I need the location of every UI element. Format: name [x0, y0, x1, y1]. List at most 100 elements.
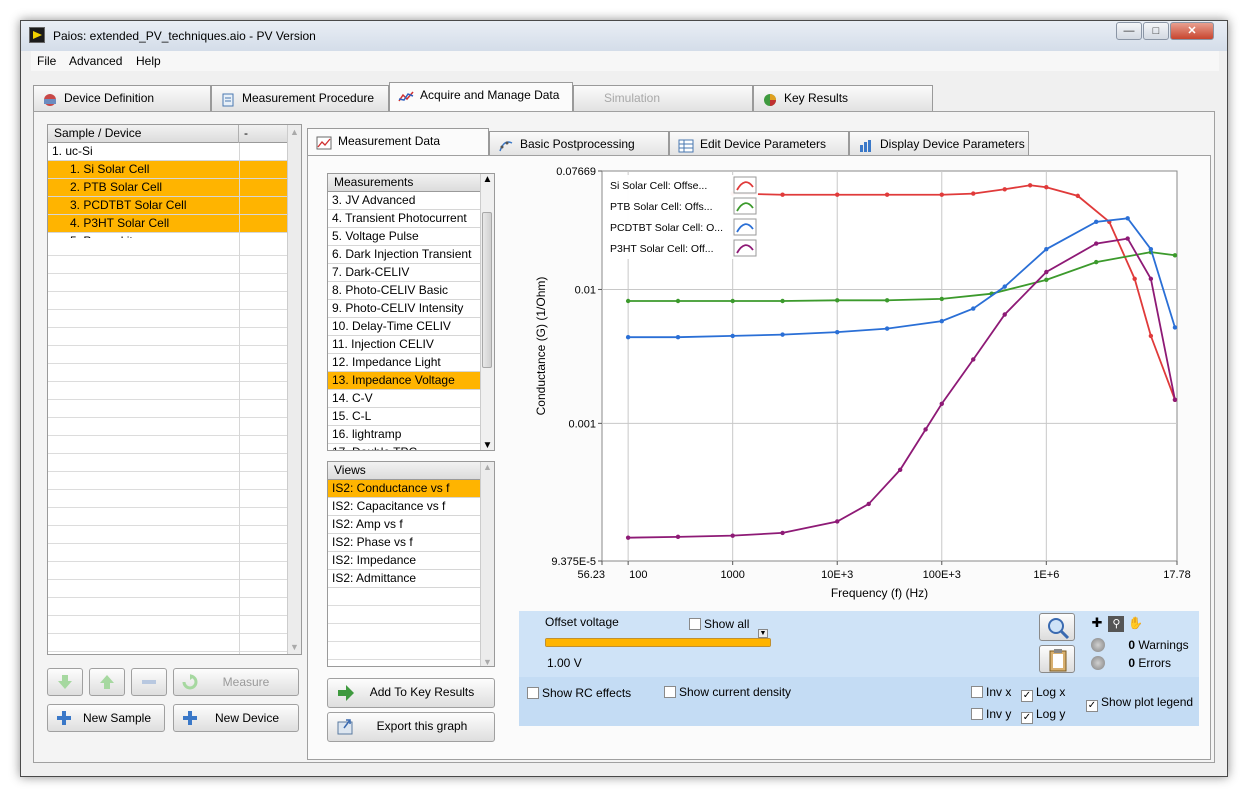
- data-point: [675, 334, 681, 340]
- menu-file[interactable]: File: [37, 54, 56, 68]
- measurement-list-item[interactable]: 15. C-L: [328, 408, 480, 426]
- data-point: [1172, 253, 1178, 258]
- data-point: [675, 298, 681, 304]
- measurement-list-item[interactable]: 14. C-V: [328, 390, 480, 408]
- measurement-list-item[interactable]: 10. Delay-Time CELIV: [328, 318, 480, 336]
- subtab-edit-device-parameters[interactable]: Edit Device Parameters: [669, 131, 849, 156]
- view-list-item[interactable]: IS2: Impedance: [328, 552, 480, 570]
- data-point: [1148, 246, 1154, 252]
- offset-voltage-slider[interactable]: [545, 638, 771, 647]
- log-x-checkbox[interactable]: ✓ Log x: [1021, 685, 1065, 702]
- show-plot-legend-checkbox[interactable]: ✓ Show plot legend: [1086, 695, 1193, 712]
- show-rc-label: Show RC effects: [542, 686, 632, 700]
- data-point: [1125, 236, 1130, 241]
- data-point: [939, 401, 944, 406]
- subtab-display-device-parameters[interactable]: Display Device Parameters: [849, 131, 1029, 156]
- subtab-basic-postprocessing[interactable]: Basic Postprocessing: [489, 131, 669, 156]
- pan-hand-icon[interactable]: ✋: [1128, 615, 1144, 631]
- measurement-list-item[interactable]: 8. Photo-CELIV Basic: [328, 282, 480, 300]
- show-all-checkbox[interactable]: Show all: [689, 617, 749, 631]
- sample-item-label: 3. PCDTBT Solar Cell: [70, 198, 187, 212]
- data-point: [625, 535, 631, 540]
- measure-button[interactable]: Measure: [173, 668, 299, 696]
- sample-list-item[interactable]: 3. PCDTBT Solar Cell: [48, 197, 287, 215]
- maximize-button[interactable]: □: [1143, 22, 1169, 40]
- minimize-button[interactable]: —: [1116, 22, 1142, 40]
- show-current-density-checkbox[interactable]: Show current density: [664, 685, 791, 699]
- data-point: [780, 530, 785, 536]
- views-list[interactable]: Views IS2: Conductance vs f IS2: Capacita…: [327, 461, 495, 667]
- crosshair-tool-icon[interactable]: ✚: [1089, 615, 1105, 631]
- clipboard-icon: [1049, 649, 1067, 672]
- move-down-button[interactable]: [47, 668, 83, 696]
- measurement-list-item[interactable]: 11. Injection CELIV: [328, 336, 480, 354]
- tab-key-results[interactable]: Key Results: [753, 85, 933, 111]
- new-sample-button[interactable]: New Sample: [47, 704, 165, 732]
- offset-voltage-value: 1.00 V: [547, 656, 582, 670]
- measurements-scrollbar[interactable]: ▲ ▼: [480, 174, 494, 450]
- clipboard-button[interactable]: [1039, 645, 1075, 673]
- view-list-item[interactable]: IS2: Phase vs f: [328, 534, 480, 552]
- errors-indicator: 0 Errors: [1091, 656, 1171, 670]
- tab-device-definition[interactable]: Device Definition: [33, 85, 211, 111]
- legend-label: PCDTBT Solar Cell: O...: [610, 222, 723, 234]
- scroll-thumb[interactable]: [482, 212, 492, 368]
- add-to-key-results-button[interactable]: Add To Key Results: [327, 678, 495, 708]
- zoom-button[interactable]: [1039, 613, 1075, 641]
- measurement-list-item[interactable]: 17. Double TPC: [328, 444, 480, 450]
- sample-list-item[interactable]: 1. uc-Si: [48, 143, 287, 161]
- measurement-list-item[interactable]: 16. lightramp: [328, 426, 480, 444]
- close-button[interactable]: ✕: [1170, 22, 1214, 40]
- subtab-measurement-data[interactable]: Measurement Data: [307, 128, 489, 156]
- menu-advanced[interactable]: Advanced: [69, 54, 122, 68]
- list-header: Sample / Device -: [48, 125, 301, 143]
- new-device-button[interactable]: New Device: [173, 704, 299, 732]
- measurement-list-item[interactable]: 9. Photo-CELIV Intensity: [328, 300, 480, 318]
- move-up-button[interactable]: [89, 668, 125, 696]
- tab-acquire-manage-data[interactable]: Acquire and Manage Data: [389, 82, 573, 112]
- sample-list-item[interactable]: 1. Si Solar Cell: [48, 161, 287, 179]
- checkbox-box: [527, 687, 539, 699]
- tab-measurement-procedure[interactable]: Measurement Procedure: [211, 85, 389, 111]
- measurement-list-item[interactable]: 4. Transient Photocurrent: [328, 210, 480, 228]
- sample-list-item[interactable]: 4. P3HT Solar Cell: [48, 215, 287, 233]
- data-point: [1093, 219, 1099, 225]
- view-list-item[interactable]: IS2: Conductance vs f: [328, 480, 480, 498]
- inv-y-checkbox[interactable]: Inv y: [971, 707, 1011, 721]
- data-point: [866, 501, 871, 507]
- error-led: [1091, 656, 1105, 670]
- sample-list-scrollbar[interactable]: ▲ ▼: [287, 125, 301, 654]
- data-point: [1148, 276, 1154, 282]
- offset-voltage-label: Offset voltage: [545, 615, 619, 629]
- remove-button[interactable]: [131, 668, 167, 696]
- data-point: [1093, 259, 1099, 265]
- checkbox-box-checked: ✓: [1086, 700, 1098, 712]
- legend-swatch-box: [733, 176, 757, 194]
- view-list-item[interactable]: IS2: Capacitance vs f: [328, 498, 480, 516]
- tab-simulation[interactable]: Simulation: [573, 85, 753, 111]
- measurement-list-item[interactable]: 13. Impedance Voltage: [328, 372, 480, 390]
- measurement-list-item[interactable]: 12. Impedance Light: [328, 354, 480, 372]
- zoom-tool-icon[interactable]: ⚲: [1108, 616, 1125, 632]
- sample-device-list[interactable]: Sample / Device - 1. uc-Si 1. Si Solar Ce…: [47, 124, 302, 655]
- measurement-list-item[interactable]: 6. Dark Injection Transient: [328, 246, 480, 264]
- export-icon: [337, 719, 353, 735]
- data-point: [730, 298, 735, 304]
- measurements-list[interactable]: Measurements 3. JV Advanced 4. Transient …: [327, 173, 495, 451]
- views-scrollbar[interactable]: ▲ ▼: [480, 462, 494, 666]
- menu-help[interactable]: Help: [136, 54, 161, 68]
- sample-list-item[interactable]: 2. PTB Solar Cell: [48, 179, 287, 197]
- log-y-checkbox[interactable]: ✓ Log y: [1021, 707, 1065, 724]
- slider-handle[interactable]: ▼: [758, 629, 768, 638]
- conductance-chart[interactable]: 56.23 100 1000 10E+3 100E+3 1E+6 17.78 0.07669 0…: [513, 158, 1213, 603]
- view-list-item[interactable]: IS2: Amp vs f: [328, 516, 480, 534]
- measurement-list-item[interactable]: 3. JV Advanced: [328, 192, 480, 210]
- show-rc-effects-checkbox[interactable]: Show RC effects: [527, 686, 631, 700]
- measurement-list-item[interactable]: 5. Voltage Pulse: [328, 228, 480, 246]
- export-graph-button[interactable]: Export this graph: [327, 712, 495, 742]
- measurement-list-item[interactable]: 7. Dark-CELIV: [328, 264, 480, 282]
- data-point: [1044, 185, 1049, 190]
- inv-x-checkbox[interactable]: Inv x: [971, 685, 1011, 699]
- legend-label: PTB Solar Cell: Offs...: [610, 201, 713, 213]
- view-list-item[interactable]: IS2: Admittance: [328, 570, 480, 588]
